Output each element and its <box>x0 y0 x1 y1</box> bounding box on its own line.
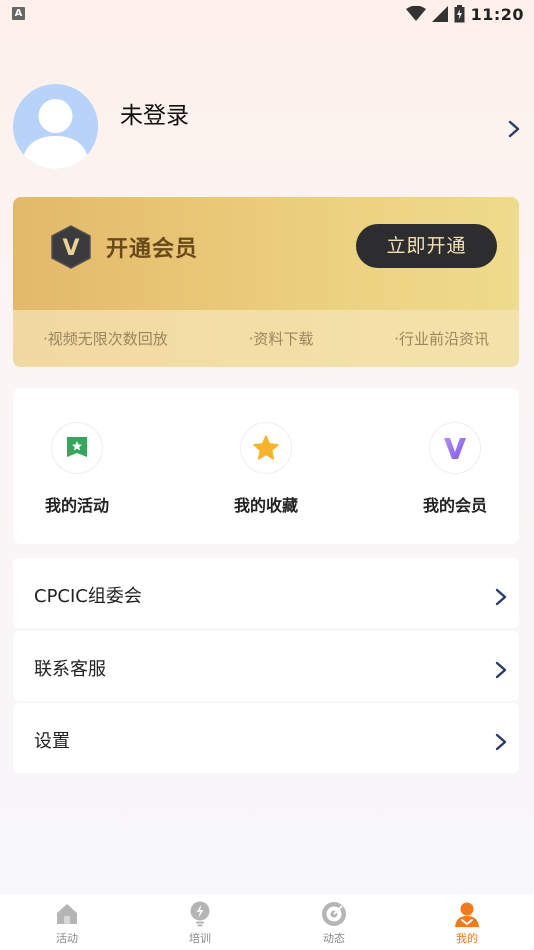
menu-item-settings[interactable]: 设置 <box>13 703 519 773</box>
tab-news[interactable]: 动态 <box>294 900 374 946</box>
my-membership-label: 我的会员 <box>422 496 487 515</box>
signal-icon <box>431 6 448 22</box>
vip-perk: ·资料下载 <box>248 330 314 348</box>
battery-icon <box>454 5 465 23</box>
lightbulb-icon <box>186 900 214 928</box>
default-avatar-icon <box>21 99 90 169</box>
svg-text:V: V <box>62 236 79 261</box>
activity-icon <box>51 422 103 474</box>
bottom-tab-bar: 活动 培训 动态 我的 <box>0 894 534 950</box>
menu-item-cpcic[interactable]: CPCIC组委会 <box>13 558 519 628</box>
avatar[interactable] <box>13 84 98 169</box>
status-icons: 11:20 <box>405 4 524 24</box>
tab-label: 动态 <box>323 932 345 945</box>
wifi-icon <box>405 6 426 21</box>
menu-item-customer-service[interactable]: 联系客服 <box>13 631 519 701</box>
tab-label: 我的 <box>456 932 478 945</box>
menu-item-label: 联系客服 <box>34 659 106 680</box>
target-icon <box>320 900 348 928</box>
vip-perk: ·行业前沿资讯 <box>394 330 489 348</box>
vip-title: 开通会员 <box>106 237 199 262</box>
status-bar: A 11:20 <box>0 0 534 28</box>
quick-actions: 我的活动 我的收藏 我的会员 <box>13 388 519 544</box>
home-icon <box>53 900 81 928</box>
menu-item-label: CPCIC组委会 <box>34 586 142 607</box>
notification-indicator: A <box>12 7 25 20</box>
my-favorites-button[interactable]: 我的收藏 <box>221 422 311 516</box>
my-activities-label: 我的活动 <box>44 496 109 515</box>
login-status[interactable]: 未登录 <box>120 96 189 130</box>
vip-perk: ·视频无限次数回放 <box>43 330 168 348</box>
tab-label: 培训 <box>189 932 211 945</box>
profile-header[interactable]: 未登录 <box>13 84 521 174</box>
vip-badge-icon: V <box>51 225 91 269</box>
tab-mine[interactable]: 我的 <box>427 900 507 946</box>
user-icon <box>453 900 481 928</box>
tab-activities[interactable]: 活动 <box>27 900 107 946</box>
vip-v-icon <box>429 422 481 474</box>
chevron-right-icon[interactable] <box>507 120 521 138</box>
vip-header: V 开通会员 立即开通 <box>13 197 519 310</box>
menu-item-label: 设置 <box>34 731 70 752</box>
activate-vip-button[interactable]: 立即开通 <box>356 224 497 268</box>
chevron-right-icon <box>495 588 507 606</box>
vip-membership-card: V 开通会员 立即开通 ·视频无限次数回放 ·资料下载 ·行业前沿资讯 <box>13 197 519 367</box>
tab-label: 活动 <box>56 932 78 945</box>
chevron-right-icon <box>495 733 507 751</box>
my-favorites-label: 我的收藏 <box>233 496 298 515</box>
star-icon <box>240 422 292 474</box>
tab-training[interactable]: 培训 <box>160 900 240 946</box>
clock: 11:20 <box>470 4 524 24</box>
my-membership-button[interactable]: 我的会员 <box>410 422 500 516</box>
vip-perks: ·视频无限次数回放 ·资料下载 ·行业前沿资讯 <box>13 310 519 367</box>
chevron-right-icon <box>495 661 507 679</box>
my-activities-button[interactable]: 我的活动 <box>32 422 122 516</box>
